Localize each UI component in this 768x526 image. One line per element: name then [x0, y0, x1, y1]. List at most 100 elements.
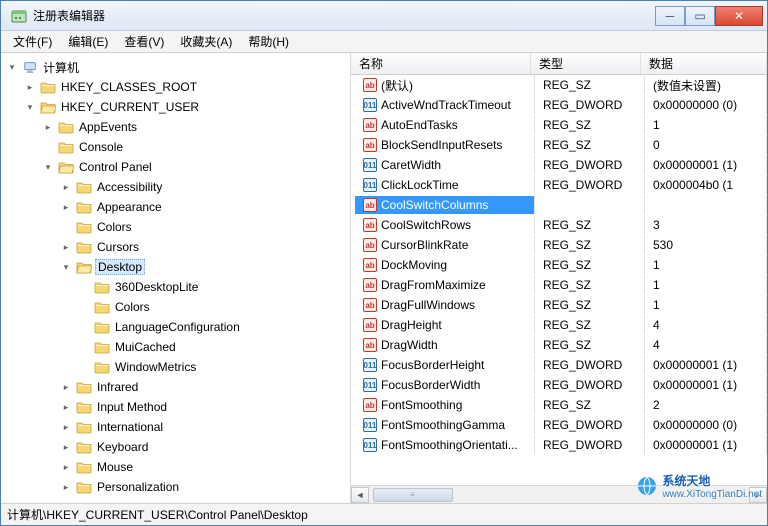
value-row[interactable]: 011FontSmoothingGammaREG_DWORD0x00000000…	[351, 415, 767, 435]
column-header-data[interactable]: 数据	[641, 53, 767, 74]
value-row[interactable]: 011FocusBorderHeightREG_DWORD0x00000001 …	[351, 355, 767, 375]
tree-item-langCfg[interactable]: LanguageConfiguration	[1, 317, 350, 337]
value-row[interactable]: abCursorBlinkRateREG_SZ530	[351, 235, 767, 255]
tree-item-console[interactable]: Console	[1, 137, 350, 157]
tree-item-hkcr[interactable]: ▸HKEY_CLASSES_ROOT	[1, 77, 350, 97]
tree-item-personalization[interactable]: ▸Personalization	[1, 477, 350, 497]
expand-placeholder	[77, 360, 91, 374]
minimize-button[interactable]: ─	[655, 6, 685, 26]
expand-icon[interactable]: ▸	[59, 180, 73, 194]
collapse-icon[interactable]: ▾	[23, 100, 37, 114]
menu-edit[interactable]: 编辑(E)	[60, 31, 116, 52]
tree-item-windowMetrics[interactable]: WindowMetrics	[1, 357, 350, 377]
folder-icon	[94, 280, 110, 294]
value-type: REG_SZ	[535, 296, 645, 314]
value-row[interactable]: 011FontSmoothingOrientati...REG_DWORD0x0…	[351, 435, 767, 455]
value-type: REG_DWORD	[535, 376, 645, 394]
value-type: REG_SZ	[535, 136, 645, 154]
value-name: DragFullWindows	[381, 298, 475, 312]
value-row[interactable]: 011CaretWidthREG_DWORD0x00000001 (1)	[351, 155, 767, 175]
folder-icon	[94, 360, 110, 374]
tree-item-root[interactable]: ▾计算机	[1, 57, 350, 77]
value-name: FontSmoothingOrientati...	[381, 438, 518, 452]
collapse-icon[interactable]: ▾	[41, 160, 55, 174]
tree-item-desktopLite[interactable]: 360DesktopLite	[1, 277, 350, 297]
value-name: CoolSwitchColumns	[381, 198, 488, 212]
value-row[interactable]: abAutoEndTasksREG_SZ1	[351, 115, 767, 135]
tree-item-appEvents[interactable]: ▸ AppEvents	[1, 117, 350, 137]
scroll-left-button[interactable]: ◄	[351, 487, 369, 503]
expand-icon[interactable]: ▸	[41, 120, 55, 134]
expand-icon[interactable]: ▸	[59, 420, 73, 434]
tree-item-infrared[interactable]: ▸ Infrared	[1, 377, 350, 397]
registry-editor-window: 注册表编辑器 ─ ▭ ✕ 文件(F) 编辑(E) 查看(V) 收藏夹(A) 帮助…	[0, 0, 768, 526]
tree-item-mouse[interactable]: ▸Mouse	[1, 457, 350, 477]
close-button[interactable]: ✕	[715, 6, 763, 26]
menu-bar: 文件(F) 编辑(E) 查看(V) 收藏夹(A) 帮助(H)	[1, 31, 767, 53]
collapse-icon[interactable]: ▾	[59, 260, 73, 274]
value-row[interactable]: abDragFullWindowsREG_SZ1	[351, 295, 767, 315]
expand-icon[interactable]: ▸	[59, 400, 73, 414]
value-name: BlockSendInputResets	[381, 138, 502, 152]
tree-item-cursors[interactable]: ▸Cursors	[1, 237, 350, 257]
value-type: REG_SZ	[535, 316, 645, 334]
tree-item-inputMethod[interactable]: ▸Input Method	[1, 397, 350, 417]
tree-item-muiCached[interactable]: MuiCached	[1, 337, 350, 357]
column-header-type[interactable]: 类型	[531, 53, 641, 74]
tree-item-colors[interactable]: Colors	[1, 217, 350, 237]
value-row[interactable]: abDragWidthREG_SZ4	[351, 335, 767, 355]
expand-icon[interactable]: ▸	[23, 80, 37, 94]
folder-icon	[76, 240, 92, 254]
expand-icon[interactable]: ▸	[59, 200, 73, 214]
column-header-name[interactable]: 名称	[351, 53, 531, 74]
tree-item-desktop[interactable]: ▾Desktop	[1, 257, 350, 277]
tree-item-international[interactable]: ▸International	[1, 417, 350, 437]
value-row[interactable]: abCoolSwitchColumnsREG_SZ7	[351, 195, 767, 215]
value-row[interactable]: abDockMovingREG_SZ1	[351, 255, 767, 275]
string-value-icon: ab	[363, 218, 377, 232]
value-row[interactable]: 011FocusBorderWidthREG_DWORD0x00000001 (…	[351, 375, 767, 395]
collapse-icon[interactable]: ▾	[5, 60, 19, 74]
menu-help[interactable]: 帮助(H)	[240, 31, 297, 52]
menu-view[interactable]: 查看(V)	[116, 31, 172, 52]
tree-item-keyboard[interactable]: ▸Keyboard	[1, 437, 350, 457]
scroll-thumb[interactable]: ≡	[373, 488, 453, 502]
value-name: DockMoving	[381, 258, 447, 272]
tree-item-colors2[interactable]: Colors	[1, 297, 350, 317]
tree-item-accessibility[interactable]: ▸ Accessibility	[1, 177, 350, 197]
value-row[interactable]: ab(默认)REG_SZ(数值未设置)	[351, 75, 767, 95]
tree-item-hkcu[interactable]: ▾HKEY_CURRENT_USER	[1, 97, 350, 117]
value-name: FocusBorderHeight	[381, 358, 484, 372]
expand-icon[interactable]: ▸	[59, 240, 73, 254]
expand-icon[interactable]: ▸	[59, 480, 73, 494]
value-row[interactable]: 011ClickLockTimeREG_DWORD0x000004b0 (1	[351, 175, 767, 195]
maximize-button[interactable]: ▭	[685, 6, 715, 26]
tree-label: Accessibility	[95, 180, 164, 194]
value-row[interactable]: abDragHeightREG_SZ4	[351, 315, 767, 335]
value-row[interactable]: abFontSmoothingREG_SZ2	[351, 395, 767, 415]
value-row[interactable]: abCoolSwitchRowsREG_SZ3	[351, 215, 767, 235]
tree-label: 360DesktopLite	[113, 280, 200, 294]
tree-label: Infrared	[95, 380, 140, 394]
menu-file[interactable]: 文件(F)	[5, 31, 60, 52]
value-data: 7	[645, 196, 767, 214]
tree-item-appearance[interactable]: ▸Appearance	[1, 197, 350, 217]
value-row[interactable]: 011ActiveWndTrackTimeoutREG_DWORD0x00000…	[351, 95, 767, 115]
value-row[interactable]: abDragFromMaximizeREG_SZ1	[351, 275, 767, 295]
tree-item-controlPanel[interactable]: ▾Control Panel	[1, 157, 350, 177]
binary-value-icon: 011	[363, 158, 377, 172]
menu-favorites[interactable]: 收藏夹(A)	[172, 31, 240, 52]
expand-icon[interactable]: ▸	[59, 440, 73, 454]
content-area: ▾计算机▸HKEY_CLASSES_ROOT▾HKEY_CURRENT_USER…	[1, 53, 767, 503]
binary-value-icon: 011	[363, 418, 377, 432]
tree-pane[interactable]: ▾计算机▸HKEY_CLASSES_ROOT▾HKEY_CURRENT_USER…	[1, 53, 351, 503]
list-rows[interactable]: ab(默认)REG_SZ(数值未设置)011ActiveWndTrackTime…	[351, 75, 767, 485]
value-row[interactable]: abBlockSendInputResetsREG_SZ0	[351, 135, 767, 155]
string-value-icon: ab	[363, 138, 377, 152]
tree-label: AppEvents	[77, 120, 139, 134]
expand-placeholder	[41, 140, 55, 154]
expand-icon[interactable]: ▸	[59, 460, 73, 474]
folder-icon	[94, 340, 110, 354]
title-bar[interactable]: 注册表编辑器 ─ ▭ ✕	[1, 1, 767, 31]
expand-icon[interactable]: ▸	[59, 380, 73, 394]
